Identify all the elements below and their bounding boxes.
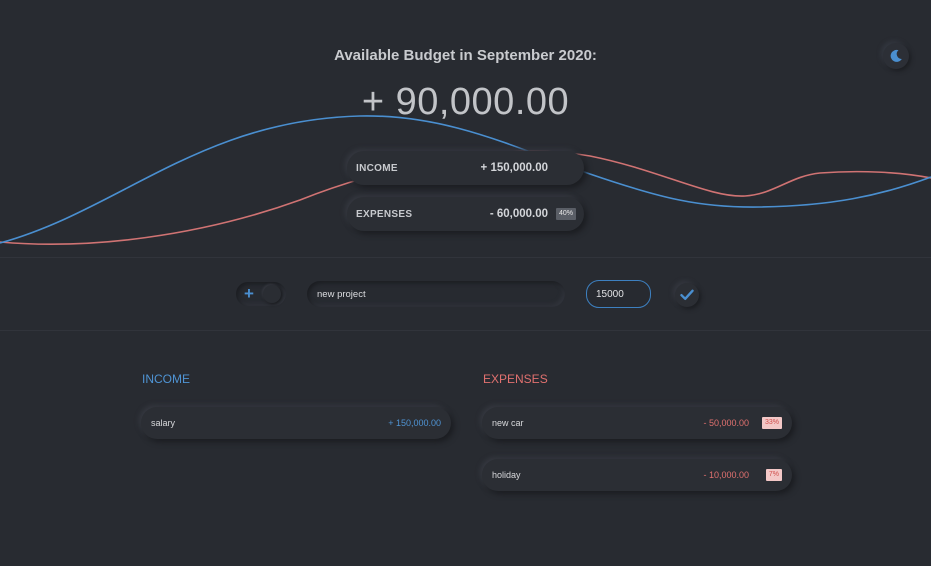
expense-percent-badge: 7% [765, 469, 782, 481]
plus-icon: + [244, 284, 254, 303]
expenses-percent-badge: 40% [555, 208, 576, 220]
expense-item[interactable]: new car - 50,000.00 33% [482, 407, 792, 439]
check-icon [680, 289, 694, 300]
expense-item-value: - 10,000.00 [703, 470, 749, 480]
expense-percent-badge: 33% [761, 417, 782, 429]
budget-header: Available Budget in September 2020: + 90… [0, 0, 931, 257]
budget-app: Available Budget in September 2020: + 90… [0, 0, 931, 566]
moon-icon [890, 49, 902, 62]
description-input[interactable] [307, 281, 565, 307]
expenses-summary: EXPENSES - 60,000.00 40% [347, 197, 584, 231]
income-summary-amount: + 150,000.00 [480, 162, 548, 174]
expense-item-name: holiday [492, 470, 521, 480]
divider-top [0, 257, 931, 258]
expenses-summary-label: EXPENSES [356, 209, 413, 220]
expenses-list-title: EXPENSES [483, 372, 548, 386]
budget-title: Available Budget in September 2020: [334, 47, 597, 64]
divider-bottom [0, 330, 931, 331]
theme-toggle-button[interactable] [883, 43, 909, 69]
income-item-name: salary [151, 418, 176, 428]
income-list-title: INCOME [142, 372, 190, 386]
available-budget-value: + 90,000.00 [361, 81, 570, 123]
income-item[interactable]: salary + 150,000.00 [141, 407, 451, 439]
income-summary: INCOME + 150,000.00 [347, 151, 584, 185]
add-item-button[interactable] [675, 283, 699, 307]
income-item-value: + 150,000.00 [388, 418, 441, 428]
expense-item[interactable]: holiday - 10,000.00 7% [482, 459, 792, 491]
expense-item-name: new car [492, 418, 524, 428]
toggle-knob [263, 285, 281, 303]
expense-item-value: - 50,000.00 [703, 418, 749, 428]
income-expense-toggle[interactable]: + [236, 282, 286, 306]
income-summary-label: INCOME [356, 163, 398, 174]
amount-input[interactable] [586, 280, 651, 308]
expenses-summary-amount: - 60,000.00 [489, 208, 548, 220]
